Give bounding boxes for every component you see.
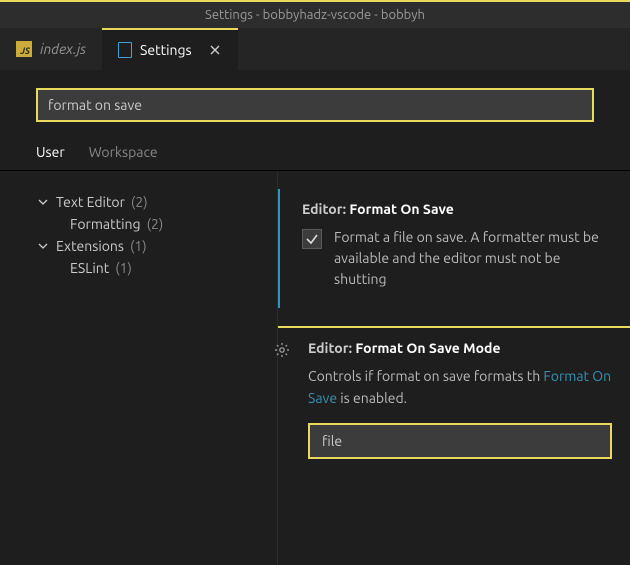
settings-search-input[interactable]	[36, 88, 594, 122]
tab-settings[interactable]: Settings	[102, 28, 238, 70]
scope-tab-user[interactable]: User	[36, 144, 65, 171]
setting-format-on-save-mode: Editor: Format On Save Mode Controls if …	[278, 326, 630, 477]
gear-icon[interactable]	[274, 342, 290, 358]
setting-body: Format a file on save. A formatter must …	[302, 227, 612, 290]
tree-item-text-editor[interactable]: Text Editor (2)	[36, 191, 277, 213]
settings-editor: User Workspace Text Editor (2) Formattin…	[0, 70, 630, 565]
settings-tree: Text Editor (2) Formatting (2) Extension…	[0, 171, 278, 565]
settings-list: Editor: Format On Save Format a file on …	[278, 171, 630, 565]
checkbox-format-on-save[interactable]	[302, 229, 322, 249]
tab-label: index.js	[40, 41, 86, 57]
tree-label: Text Editor	[56, 194, 125, 210]
desc-text: Controls if format on save formats th	[308, 368, 540, 384]
select-value: file	[322, 433, 342, 449]
setting-name: Format On Save Mode	[355, 340, 500, 356]
tree-item-eslint[interactable]: ESLint (1)	[36, 257, 277, 279]
chevron-down-icon	[36, 195, 50, 209]
window-title: Settings - bobbyhadz-vscode - bobbyh	[205, 8, 425, 22]
tree-item-extensions[interactable]: Extensions (1)	[36, 235, 277, 257]
javascript-icon: JS	[16, 41, 32, 57]
file-icon	[118, 42, 132, 58]
scope-tabs: User Workspace	[0, 132, 630, 171]
close-icon[interactable]	[208, 43, 222, 57]
tree-label: ESLint	[70, 260, 109, 276]
setting-name: Format On Save	[349, 201, 453, 217]
setting-scope: Editor:	[302, 201, 349, 217]
setting-format-on-save: Editor: Format On Save Format a file on …	[278, 189, 630, 308]
tree-count: (1)	[130, 238, 147, 254]
chevron-down-icon	[36, 239, 50, 253]
settings-search-row	[0, 70, 630, 132]
window-title-bar: Settings - bobbyhadz-vscode - bobbyh	[0, 0, 630, 28]
tree-label: Formatting	[70, 216, 141, 232]
tab-index-js[interactable]: JS index.js	[0, 28, 102, 70]
settings-body: Text Editor (2) Formatting (2) Extension…	[0, 170, 630, 565]
setting-description: Controls if format on save formats th Fo…	[308, 366, 612, 409]
editor-tab-bar: JS index.js Settings	[0, 28, 630, 70]
tab-label: Settings	[140, 42, 192, 58]
setting-header: Editor: Format On Save Mode	[308, 340, 612, 356]
desc-text: is enabled.	[337, 390, 407, 406]
tree-count: (2)	[147, 216, 164, 232]
tree-item-formatting[interactable]: Formatting (2)	[36, 213, 277, 235]
tree-count: (2)	[131, 194, 148, 210]
select-format-on-save-mode[interactable]: file	[308, 423, 612, 459]
tree-label: Extensions	[56, 238, 124, 254]
setting-description: Format a file on save. A formatter must …	[334, 227, 612, 290]
tree-count: (1)	[115, 260, 132, 276]
scope-tab-workspace[interactable]: Workspace	[89, 144, 158, 171]
setting-header: Editor: Format On Save	[302, 201, 612, 217]
setting-scope: Editor:	[308, 340, 355, 356]
